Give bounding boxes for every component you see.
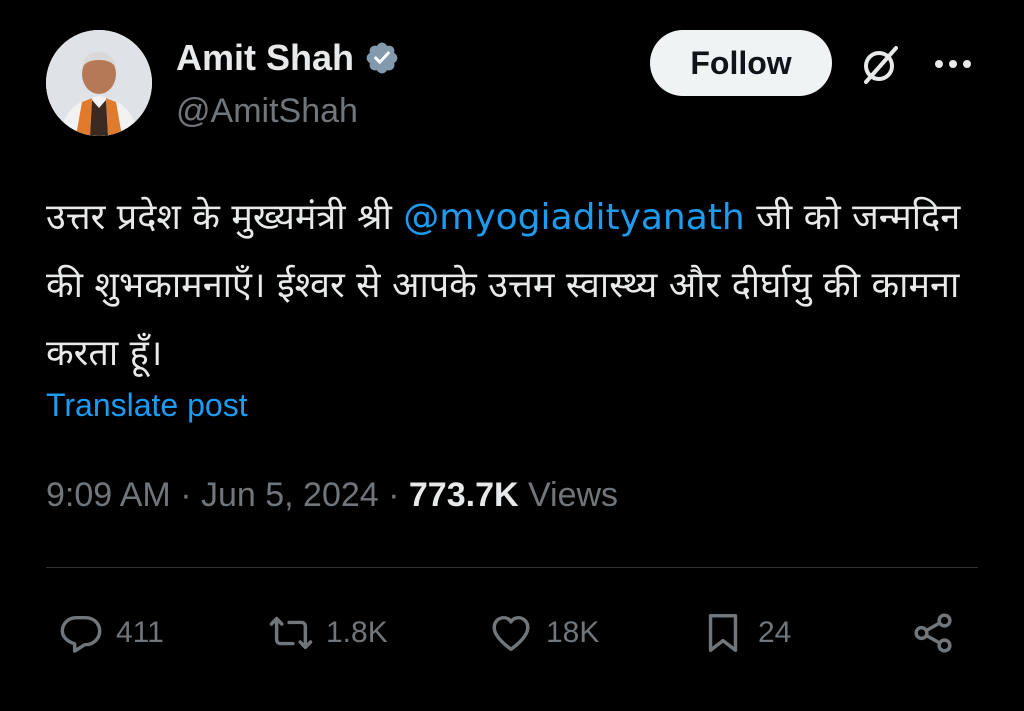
follow-button[interactable]: Follow <box>650 30 832 96</box>
tweet-date[interactable]: Jun 5, 2024 <box>201 476 379 514</box>
author-name-row: Amit Shah <box>176 36 400 80</box>
tweet-time[interactable]: 9:09 AM <box>46 476 171 514</box>
bookmark-icon <box>708 614 738 652</box>
tweet-meta: 9:09 AM · Jun 5, 2024 · 773.7K Views <box>46 472 618 518</box>
avatar-image <box>46 30 152 136</box>
grok-icon[interactable] <box>856 40 904 88</box>
tweet-card: Amit Shah @AmitShah Follow उत्तर प्रदेश … <box>0 0 1024 711</box>
action-bar: 411 1.8K 18K 24 <box>46 600 978 666</box>
translate-post-link[interactable]: Translate post <box>46 384 248 426</box>
author-name[interactable]: Amit Shah <box>176 36 354 80</box>
reply-count: 411 <box>116 616 164 649</box>
like-count: 18K <box>546 616 600 649</box>
share-nodes-icon <box>914 613 952 653</box>
like-button[interactable]: 18K <box>488 600 599 666</box>
views-label: Views <box>518 476 619 514</box>
meta-separator: · <box>170 476 201 514</box>
bookmark-button[interactable]: 24 <box>700 600 791 666</box>
bookmark-count: 24 <box>758 616 792 649</box>
avatar[interactable] <box>46 30 152 136</box>
repost-button[interactable]: 1.8K <box>268 600 388 666</box>
verified-badge-icon[interactable] <box>364 40 400 76</box>
more-horizontal-icon[interactable] <box>930 50 976 78</box>
repost-arrows-icon <box>269 616 313 650</box>
divider <box>46 567 978 568</box>
author-handle[interactable]: @AmitShah <box>176 90 358 132</box>
tweet-text-part: उत्तर प्रदेश के मुख्यमंत्री श्री <box>46 197 404 238</box>
heart-icon <box>492 615 530 652</box>
repost-count: 1.8K <box>326 616 388 649</box>
mention-link[interactable]: @myogiadityanath <box>403 197 744 238</box>
tweet-text: उत्तर प्रदेश के मुख्यमंत्री श्री @myogia… <box>46 184 986 388</box>
share-button[interactable] <box>910 600 956 666</box>
views-count: 773.7K <box>408 476 519 514</box>
reply-button[interactable]: 411 <box>58 600 164 666</box>
reply-bubble-icon <box>60 615 102 653</box>
meta-separator: · <box>378 476 409 514</box>
